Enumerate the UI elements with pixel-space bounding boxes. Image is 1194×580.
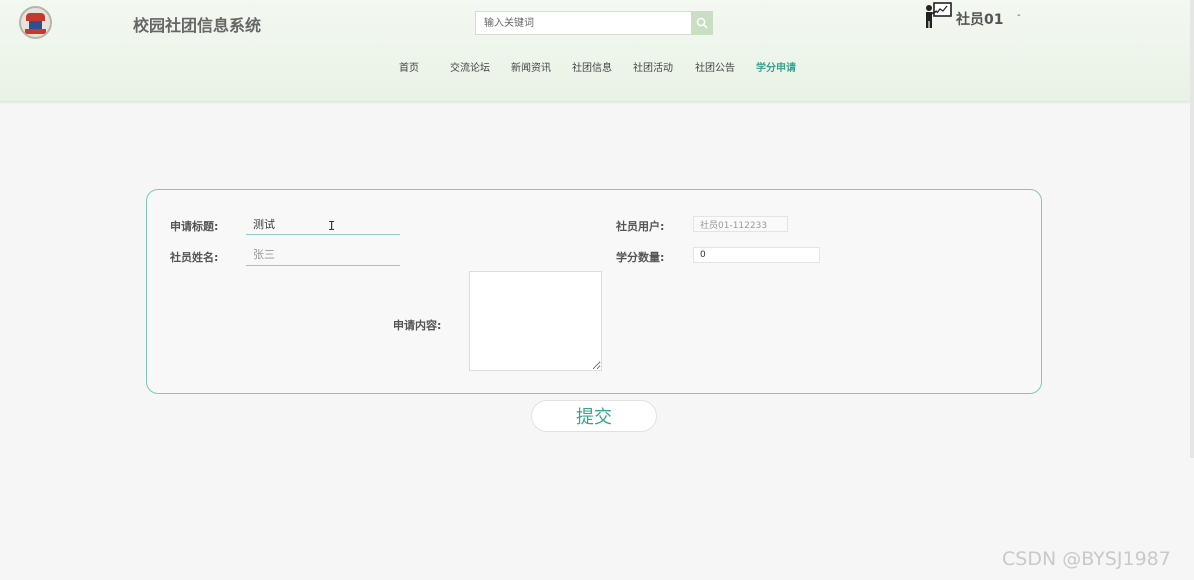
header: 校园社团信息系统 社员01 - 首页 交流论坛 新闻资讯 社团信息 社团活动 社…	[0, 0, 1190, 102]
member-name-input[interactable]	[246, 244, 400, 266]
title-input[interactable]	[246, 213, 400, 235]
nav-news[interactable]: 新闻资讯	[511, 59, 551, 74]
nav-club-notice[interactable]: 社团公告	[695, 59, 735, 74]
nav-forum[interactable]: 交流论坛	[450, 59, 490, 74]
site-title: 校园社团信息系统	[133, 16, 262, 35]
credit-application-form: 申请标题: I 社员姓名: 社员用户: 学分数量: 申请内容:	[146, 189, 1042, 394]
nav-credit-apply[interactable]: 学分申请	[756, 59, 796, 74]
scrollbar[interactable]	[1190, 0, 1194, 458]
nav-home[interactable]: 首页	[399, 59, 419, 74]
submit-button[interactable]: 提交	[531, 400, 657, 432]
user-name[interactable]: 社员01	[956, 9, 1003, 29]
search-icon	[696, 17, 708, 29]
search-input[interactable]	[475, 11, 692, 35]
content-label: 申请内容:	[393, 319, 442, 332]
credits-label: 学分数量:	[616, 251, 665, 264]
member-user-field[interactable]	[693, 216, 788, 232]
teacher-board-icon	[926, 2, 952, 28]
member-name-label: 社员姓名:	[170, 251, 219, 264]
member-user-label: 社员用户:	[616, 220, 665, 233]
nav-club-activity[interactable]: 社团活动	[633, 59, 673, 74]
credits-input[interactable]	[693, 247, 820, 263]
nav-club-info[interactable]: 社团信息	[572, 59, 612, 74]
school-logo-icon[interactable]	[19, 6, 52, 39]
title-label: 申请标题:	[170, 220, 219, 233]
watermark: CSDN @BYSJ1987	[1002, 548, 1171, 570]
text-cursor-icon: I	[328, 219, 336, 233]
search-button[interactable]	[691, 11, 713, 35]
content-textarea[interactable]	[469, 271, 602, 371]
user-dropdown-caret[interactable]: -	[1017, 10, 1021, 21]
